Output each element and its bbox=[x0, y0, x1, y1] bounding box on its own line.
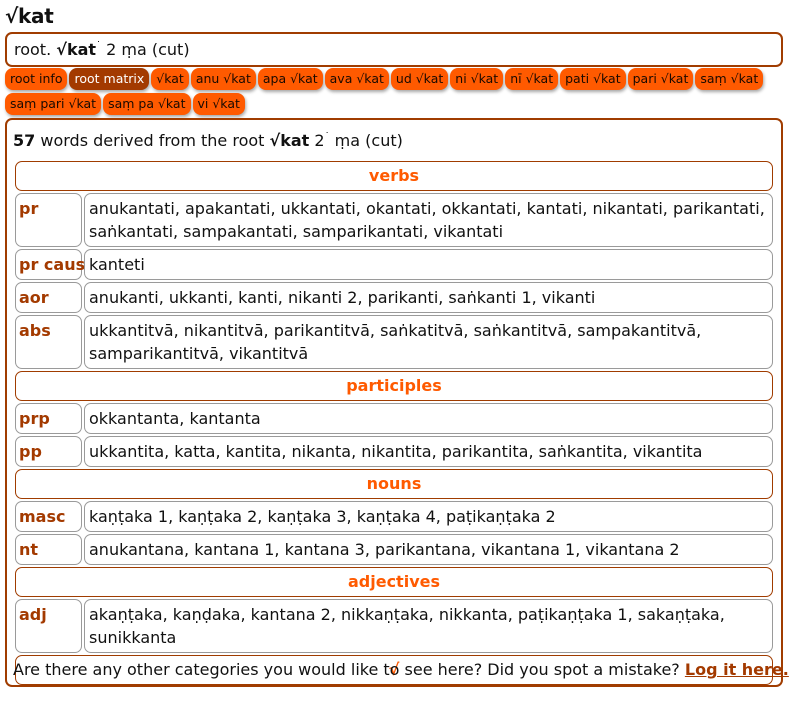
page-title: √kat bbox=[5, 4, 54, 28]
table-row: adj akaṇṭaka, kaṇḍaka, kantana 2, nikkaṇṭ… bbox=[15, 599, 773, 653]
row-label: pr caus bbox=[15, 249, 85, 280]
row-label: aor bbox=[15, 282, 82, 313]
root-summary[interactable]: root. √kat˙ 2 ṃa (cut) bbox=[5, 32, 783, 67]
tab-ud-kat[interactable]: ud √kat bbox=[390, 68, 449, 90]
row-label: adj bbox=[15, 599, 82, 653]
feedback-text: Are there any other categories you would… bbox=[13, 660, 680, 679]
row-label: nt bbox=[15, 534, 82, 565]
section-heading: adjectives bbox=[15, 567, 773, 597]
log-it-link[interactable]: Log it here. bbox=[685, 660, 789, 679]
row-label: prp bbox=[15, 403, 82, 434]
feedback-line: Are there any other categories you would… bbox=[13, 660, 789, 679]
tab-ava-kat[interactable]: ava √kat bbox=[324, 68, 389, 90]
count-root-num: 2 bbox=[314, 131, 325, 150]
tab-ni-kat[interactable]: ni √kat bbox=[450, 68, 504, 90]
table-row: aor anukanti, ukkanti, kanti, nikanti 2, … bbox=[15, 282, 773, 313]
row-label: pr bbox=[15, 193, 82, 247]
tab-anu-kat[interactable]: anu √kat bbox=[190, 68, 256, 90]
tab-saṃ-pa-kat[interactable]: saṃ pa √kat bbox=[103, 93, 191, 115]
summary-prefix: root. bbox=[14, 40, 52, 59]
tab-saṃ-kat[interactable]: saṃ √kat bbox=[695, 68, 764, 90]
summary-rest: 2 ṃa (cut) bbox=[106, 40, 190, 59]
tab-nī-kat[interactable]: nī √kat bbox=[505, 68, 559, 90]
tab-vi-kat[interactable]: vi √kat bbox=[192, 93, 245, 115]
tab-apa-kat[interactable]: apa √kat bbox=[257, 68, 323, 90]
tab-root-info[interactable]: root info bbox=[5, 68, 68, 90]
tab-pari-kat[interactable]: pari √kat bbox=[627, 68, 694, 90]
section-heading: participles bbox=[15, 371, 773, 401]
summary-superscript: ˙ bbox=[96, 40, 102, 52]
table-row: abs ukkantitvā, nikantitvā, parikantitvā,… bbox=[15, 315, 773, 369]
root-matrix-panel: 57 words derived from the root √kat 2˙ ṃ… bbox=[5, 118, 789, 687]
count-root-rest: ṃa (cut) bbox=[334, 131, 403, 150]
tab-row-1: root info root matrix √kat anu √kat apa √kat… bbox=[5, 67, 765, 92]
section-heading: nouns bbox=[15, 469, 773, 499]
count-root: √kat bbox=[269, 131, 310, 150]
tab-root-matrix[interactable]: root matrix bbox=[69, 68, 150, 90]
tab-kat[interactable]: √kat bbox=[151, 68, 189, 90]
tab-row-2: saṃ pari √kat saṃ pa √kat vi √kat bbox=[5, 92, 765, 117]
row-words: anukanti, ukkanti, kanti, nikanti 2, par… bbox=[84, 282, 773, 313]
row-words: anukantati, apakantati, ukkantati, okant… bbox=[84, 193, 773, 247]
word-count-text: words derived from the root bbox=[40, 131, 265, 150]
table-row: pr caus kanteti bbox=[15, 249, 773, 280]
row-words: okkantanta, kantanta bbox=[84, 403, 773, 434]
row-words: ukkantita, katta, kantita, nikanta, nika… bbox=[84, 436, 773, 467]
row-words: anukantana, kantana 1, kantana 3, parika… bbox=[84, 534, 773, 565]
row-words: kanteti bbox=[84, 249, 773, 280]
root-tabs: root info root matrix √kat anu √kat apa √kat… bbox=[5, 67, 765, 117]
table-row: prp okkantanta, kantanta bbox=[15, 403, 773, 434]
row-words: ukkantitvā, nikantitvā, parikantitvā, sa… bbox=[84, 315, 773, 369]
row-words: akaṇṭaka, kaṇḍaka, kantana 2, nikkaṇṭaka… bbox=[84, 599, 773, 653]
row-words: kaṇṭaka 1, kaṇṭaka 2, kaṇṭaka 3, kaṇṭaka… bbox=[84, 501, 773, 532]
root-matrix-table: verbs pr anukantati, apakantati, ukkantati… bbox=[15, 161, 773, 687]
table-row: masc kaṇṭaka 1, kaṇṭaka 2, kaṇṭaka 3, kaṇ… bbox=[15, 501, 773, 532]
section-heading: verbs bbox=[15, 161, 773, 191]
summary-root: √kat bbox=[56, 40, 97, 59]
row-label: masc bbox=[15, 501, 82, 532]
row-label: abs bbox=[15, 315, 82, 369]
word-count: 57 bbox=[13, 131, 36, 150]
tab-pati-kat[interactable]: pati √kat bbox=[560, 68, 626, 90]
tab-saṃ-pari-kat[interactable]: saṃ pari √kat bbox=[5, 93, 102, 115]
table-row: pr anukantati, apakantati, ukkantati, oka… bbox=[15, 193, 773, 247]
table-row: pp ukkantita, katta, kantita, nikanta, ni… bbox=[15, 436, 773, 467]
row-label: pp bbox=[15, 436, 82, 467]
table-row: nt anukantana, kantana 1, kantana 3, pari… bbox=[15, 534, 773, 565]
word-count-line: 57 words derived from the root √kat 2˙ ṃ… bbox=[13, 131, 403, 150]
count-root-sup: ˙ bbox=[324, 131, 330, 143]
